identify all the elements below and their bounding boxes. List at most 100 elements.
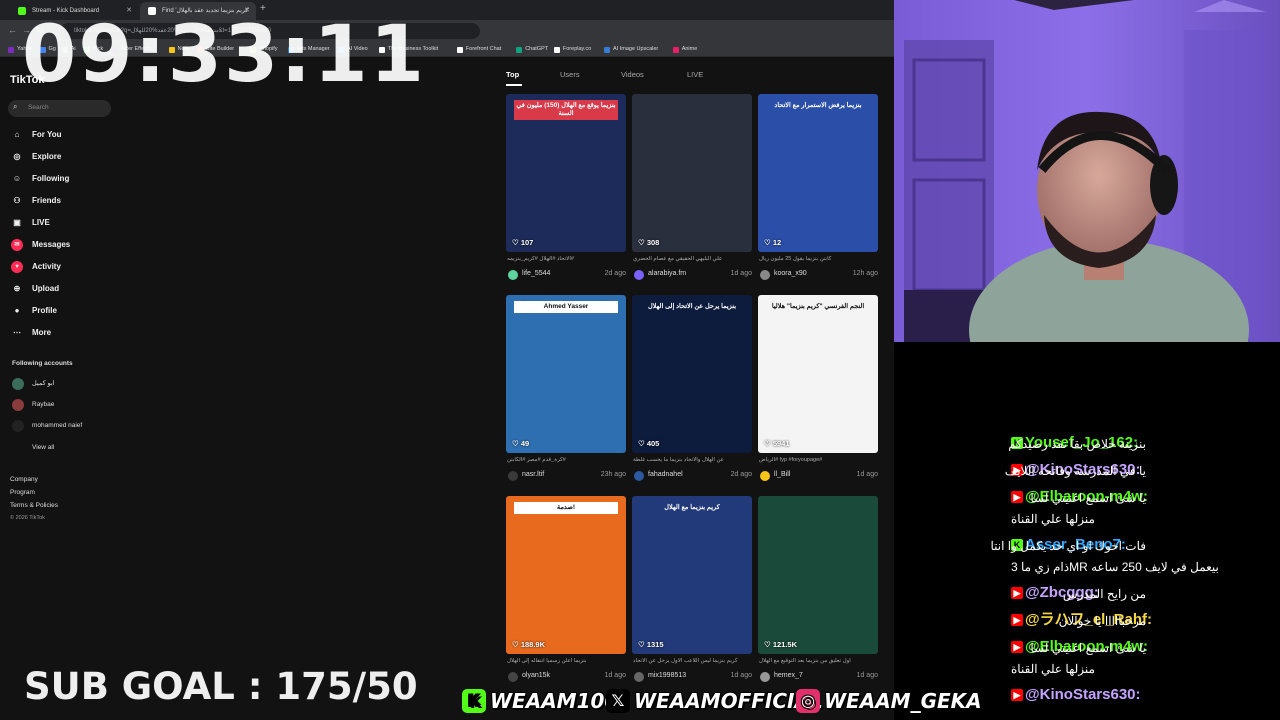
heart-icon: ♡ [638, 439, 647, 448]
video-thumbnail[interactable]: ♡ 121.5K [758, 496, 878, 654]
video-thumbnail[interactable]: كريم بنزيما مع الهلال ♡ 1315 [632, 496, 752, 654]
tab-users[interactable]: Users [560, 70, 580, 79]
tab-videos[interactable]: Videos [621, 70, 644, 79]
bookmark-label: ChatGPT [525, 46, 549, 52]
chat-text-continued: منزلها علي القناة [1011, 662, 1095, 676]
sidebar-item-messages[interactable]: ✉ Messages [10, 237, 70, 253]
avatar[interactable] [760, 471, 770, 481]
author-name[interactable]: ll_Bill [774, 471, 790, 478]
avatar[interactable] [634, 471, 644, 481]
video-thumbnail[interactable]: بنزيما يرحل عن الاتحاد إلى الهلال ♡ 405 [632, 295, 752, 453]
messages-icon: ✉ [11, 239, 23, 251]
view-all-label: View all [32, 444, 55, 451]
video-caption[interactable]: علي البليهي الحقيقي مع عصام الحضري [633, 256, 751, 262]
chat-text: يا شئ اسمع اغنيتي لسا [1030, 641, 1146, 655]
author-name[interactable]: fahadnahel [648, 471, 683, 478]
bookmark-item[interactable]: Foreplay.co [553, 44, 591, 55]
sidebar-item-more[interactable]: ⋯ More [10, 325, 51, 341]
bookmark-item[interactable]: Anime [672, 44, 697, 55]
video-thumbnail[interactable]: بنزيما يوقع مع الهلال (150) مليون في الس… [506, 94, 626, 252]
sidebar-item-label: Activity [32, 262, 61, 271]
following-account[interactable]: ابو كميل [12, 377, 55, 391]
video-caption[interactable]: كريم بنزيما ليس اللاعب الأول يرحل عن الا… [633, 658, 751, 664]
search-input[interactable]: ⌕ Search [8, 100, 111, 117]
avatar [12, 399, 24, 411]
avatar [12, 378, 24, 390]
sidebar-item-label: For You [32, 130, 62, 139]
view-all-link[interactable]: View all [12, 441, 54, 455]
author-name[interactable]: hemex_7 [774, 672, 803, 679]
sidebar-item-label: Following [32, 174, 70, 183]
video-caption[interactable]: #كرة_قدم #مصر #الكابتن [507, 457, 625, 463]
video-thumbnail[interactable]: ♡ 308 [632, 94, 752, 252]
tiktok-sidebar: TikTok ⌕ Search ⌂ For You ◎ Explore ☺ Followi… [0, 57, 130, 720]
like-value: 1315 [646, 640, 664, 649]
avatar[interactable] [760, 270, 770, 280]
video-caption[interactable]: عن الهلال والاتحاد بنزيما ما يحسب غلطة [633, 457, 751, 463]
video-caption[interactable]: أول تعليق من بنزيما بعد التوقيع مع الهلا… [759, 658, 877, 664]
thumbnail-caption: صدمة! [514, 502, 618, 514]
avatar[interactable] [508, 270, 518, 280]
like-value: 5941 [772, 439, 790, 448]
video-caption[interactable]: #الاتحاد #الهلال #كريم_بنزيمه [507, 256, 625, 262]
youtube-icon: ▶ [1011, 689, 1023, 701]
video-caption[interactable]: بنزيما أعلن رسميا انتقاله إلى الهلال [507, 658, 625, 664]
account-name: mohammed naief [32, 422, 83, 429]
avatar[interactable] [760, 672, 770, 682]
webcam-feed [894, 0, 1280, 342]
avatar[interactable] [508, 471, 518, 481]
avatar[interactable] [634, 270, 644, 280]
post-time: 1d ago [730, 672, 752, 679]
video-thumbnail[interactable]: صدمة! ♡ 188.9K [506, 496, 626, 654]
thumbnail-caption: النجم الفرنسي "كريم بنزيما" هلاليا [771, 303, 865, 310]
avatar[interactable] [508, 672, 518, 682]
video-meta: life_5544 2d ago [506, 269, 626, 281]
chat-overlay: K Yousef_Jo_162: بنزينة خلاص بقا نفذ رصيدك… [894, 430, 1280, 720]
social-handles: K WEAAM100 𝕏 WEAAMOFFICIAL ◎ WEAAM_GEKA [460, 686, 982, 716]
sidebar-item-activity[interactable]: ♥ Activity [10, 259, 61, 275]
sidebar-item-friends[interactable]: ⚇ Friends [10, 193, 61, 209]
sidebar-item-following[interactable]: ☺ Following [10, 171, 69, 187]
author-name[interactable]: life_5544 [522, 270, 550, 277]
footer-company[interactable]: Company [10, 476, 38, 483]
sidebar-item-label: LIVE [32, 218, 50, 227]
video-thumbnail[interactable]: Ahmed Yasser ♡ 49 [506, 295, 626, 453]
footer-terms[interactable]: Terms & Policies [10, 502, 58, 509]
thumbnail-caption: بنزيما يرحل عن الاتحاد إلى الهلال [647, 303, 737, 310]
following-account[interactable]: Raybae [12, 398, 54, 412]
author-name[interactable]: nasr.ltif [522, 471, 544, 478]
bookmark-item[interactable]: AI Image Upscaler [604, 44, 658, 55]
author-name[interactable]: alarabiya.fm [648, 270, 686, 277]
video-thumbnail[interactable]: بنزيما يرفض الاستمرار مع الاتحاد ♡ 12 [758, 94, 878, 252]
instagram-icon: ◎ [796, 689, 820, 713]
sidebar-item-upload[interactable]: ⊕ Upload [10, 281, 59, 297]
social-kick: K WEAAM100 [460, 688, 618, 714]
youtube-icon: ▶ [1011, 491, 1023, 503]
author-name[interactable]: olyan15k [522, 672, 550, 679]
author-name[interactable]: mix1998513 [648, 672, 686, 679]
tab-live[interactable]: LIVE [687, 70, 703, 79]
sidebar-item-for-you[interactable]: ⌂ For You [10, 127, 62, 143]
author-name[interactable]: koora_x90 [774, 270, 807, 277]
chat-text: بنزينة خلاص بقا نفذ رصيدكم [1008, 437, 1146, 451]
sidebar-item-live[interactable]: ▣ LIVE [10, 215, 50, 231]
video-thumbnail[interactable]: النجم الفرنسي "كريم بنزيما" هلاليا ♡ 5941 [758, 295, 878, 453]
account-name: Raybae [32, 401, 55, 408]
bookmark-item[interactable]: Forefront Chat [456, 44, 501, 55]
tab-top[interactable]: Top [506, 70, 519, 79]
bookmark-item[interactable]: ChatGPT [516, 44, 548, 55]
avatar[interactable] [634, 672, 644, 682]
post-time: 1d ago [856, 471, 878, 478]
video-caption[interactable]: كابتن بنزيما يقول 25 مليون ريال [759, 256, 877, 262]
activity-icon: ♥ [11, 261, 23, 273]
like-count: ♡ 188.9K [512, 640, 545, 649]
following-account[interactable]: mohammed naief [12, 419, 82, 433]
back-icon[interactable]: ← [8, 25, 17, 35]
sidebar-item-explore[interactable]: ◎ Explore [10, 149, 62, 165]
like-count: ♡ 308 [638, 238, 659, 247]
following-accounts-title: Following accounts [12, 360, 73, 367]
footer-program[interactable]: Program [10, 489, 35, 496]
sidebar-item-profile[interactable]: ● Profile [10, 303, 57, 319]
video-caption[interactable]: #fyp #foryoupage #الرياض [759, 457, 877, 463]
chat-text-continued: بيعمل في لايف 250 ساعه MRذام زي ما 3 [1011, 560, 1219, 574]
